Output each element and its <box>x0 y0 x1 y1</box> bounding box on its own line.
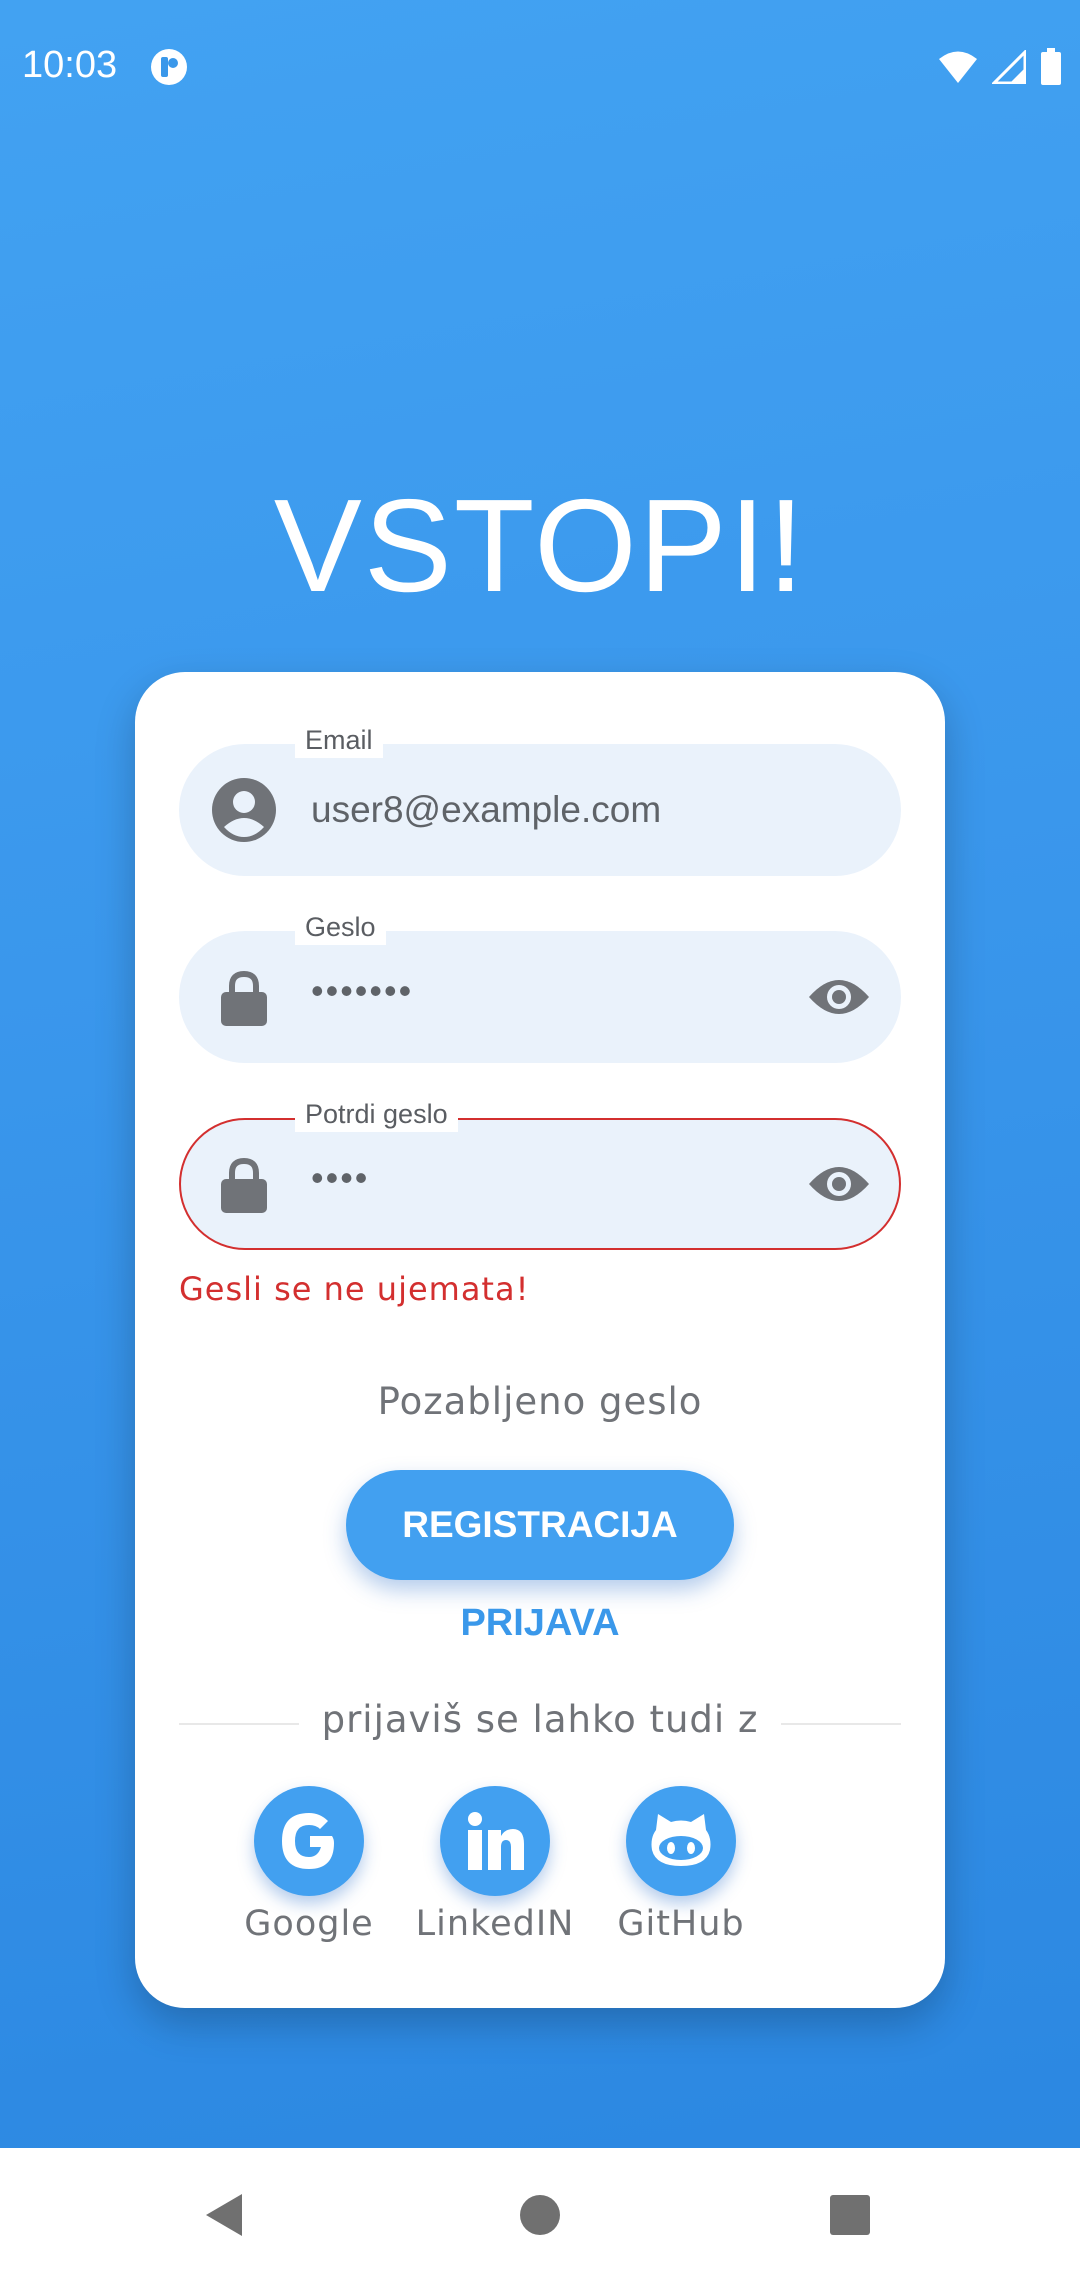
lock-icon <box>221 1157 267 1213</box>
page-title: VSTOPI! <box>273 472 807 619</box>
forgot-password-link[interactable]: Pozabljeno geslo <box>135 1380 945 1423</box>
password-mismatch-error: Gesli se ne ujemata! <box>179 1270 530 1308</box>
login-card: Email user8@example.com Geslo ••••••• Po… <box>135 672 945 2008</box>
battery-icon <box>1041 48 1061 85</box>
status-bar: 10:03 <box>0 0 1080 136</box>
eye-icon[interactable] <box>807 971 871 1023</box>
linkedin-icon <box>468 1812 524 1870</box>
google-login[interactable]: Google <box>219 1786 399 1956</box>
email-field[interactable]: Email user8@example.com <box>179 722 901 876</box>
confirm-password-value: •••• <box>311 1157 370 1198</box>
navigation-bar <box>0 2148 1080 2280</box>
google-button[interactable] <box>254 1786 364 1896</box>
email-label: Email <box>295 722 383 758</box>
recents-icon[interactable] <box>825 2190 875 2240</box>
password-value: ••••••• <box>311 970 414 1011</box>
linkedin-login[interactable]: LinkedIN <box>405 1786 585 1956</box>
linkedin-button[interactable] <box>440 1786 550 1896</box>
signal-icon <box>992 50 1026 84</box>
alternative-login-text: prijaviš se lahko tudi z <box>321 1698 759 1741</box>
lock-icon <box>221 970 267 1026</box>
status-time: 10:03 <box>22 44 118 86</box>
email-value: user8@example.com <box>311 789 662 830</box>
eye-icon[interactable] <box>807 1158 871 1210</box>
github-icon <box>651 1814 711 1866</box>
home-icon[interactable] <box>515 2190 565 2240</box>
github-login[interactable]: GitHub <box>591 1786 771 1956</box>
back-icon[interactable] <box>200 2190 250 2240</box>
account-icon <box>212 778 276 842</box>
password-label: Geslo <box>295 909 386 945</box>
github-label: GitHub <box>617 1904 745 1944</box>
register-button[interactable]: REGISTRACIJA <box>346 1470 734 1580</box>
confirm-password-field[interactable]: Potrdi geslo •••• <box>179 1096 901 1250</box>
app-notification-icon <box>151 49 187 85</box>
password-field[interactable]: Geslo ••••••• <box>179 909 901 1063</box>
wifi-icon <box>939 51 977 83</box>
google-icon <box>282 1813 334 1869</box>
confirm-password-label: Potrdi geslo <box>295 1096 458 1132</box>
github-button[interactable] <box>626 1786 736 1896</box>
login-link[interactable]: PRIJAVA <box>135 1602 945 1645</box>
